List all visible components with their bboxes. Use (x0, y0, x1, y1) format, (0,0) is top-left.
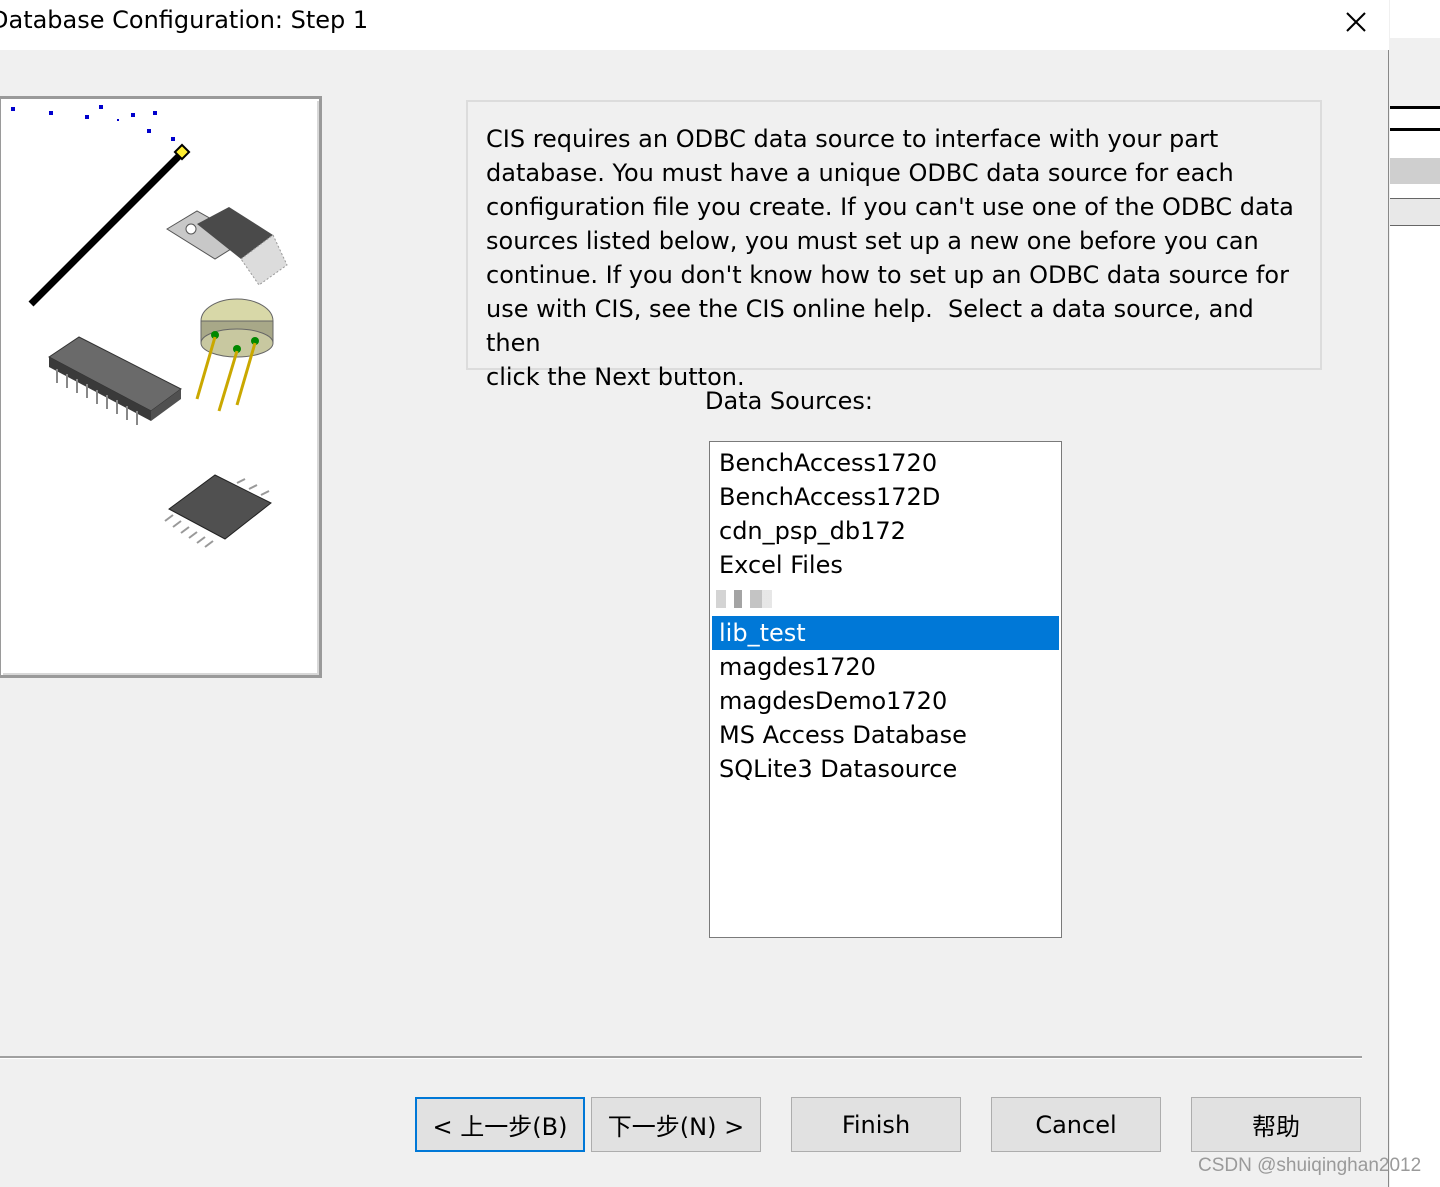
list-item-selected[interactable]: lib_test (712, 616, 1059, 650)
list-item[interactable]: magdesDemo1720 (712, 684, 1059, 718)
background-scrollbar (1390, 198, 1440, 226)
instructions-text: CIS requires an ODBC data source to inte… (486, 125, 1294, 391)
list-item[interactable]: cdn_psp_db172 (712, 514, 1059, 548)
background-toolbar (1390, 38, 1440, 109)
list-item[interactable]: BenchAccess1720 (712, 446, 1059, 480)
database-config-dialog: Database Configuration: Step 1 CIS requi… (0, 0, 1389, 1187)
wizard-illustration (0, 96, 322, 678)
title-bar: Database Configuration: Step 1 (0, 0, 1389, 50)
dip-chip-icon (48, 336, 182, 425)
soic-chip-icon (164, 474, 272, 548)
instructions-panel: CIS requires an ODBC data source to inte… (466, 100, 1322, 391)
watermark: CSDN @shuiqinghan2012 (1198, 1155, 1422, 1176)
list-item[interactable]: MS Access Database (712, 718, 1059, 752)
data-sources-listbox[interactable]: BenchAccess1720 BenchAccess172D cdn_psp_… (709, 441, 1062, 938)
back-button[interactable]: < 上一步(B) (415, 1097, 585, 1152)
background-bar (1390, 158, 1440, 184)
footer-separator (0, 1056, 1362, 1059)
background-window (1390, 0, 1440, 1187)
cancel-button[interactable]: Cancel (991, 1097, 1161, 1152)
list-item[interactable]: BenchAccess172D (712, 480, 1059, 514)
to5-can-transistor-icon (195, 298, 274, 412)
next-button[interactable]: 下一步(N) > (591, 1097, 761, 1152)
help-button[interactable]: 帮助 (1191, 1097, 1361, 1152)
close-icon (1346, 12, 1366, 32)
data-sources-label: Data Sources: (705, 387, 873, 415)
finish-button[interactable]: Finish (791, 1097, 961, 1152)
list-item[interactable]: magdes1720 (712, 650, 1059, 684)
window-title: Database Configuration: Step 1 (0, 6, 369, 34)
magic-wand-icon (11, 105, 191, 307)
to220-transistor-icon (166, 207, 288, 286)
list-item[interactable]: Excel Files (712, 548, 1059, 582)
list-item-obscured[interactable] (712, 582, 1059, 616)
background-divider (1390, 128, 1440, 131)
close-button[interactable] (1330, 0, 1382, 44)
list-item[interactable]: SQLite3 Datasource (712, 752, 1059, 786)
